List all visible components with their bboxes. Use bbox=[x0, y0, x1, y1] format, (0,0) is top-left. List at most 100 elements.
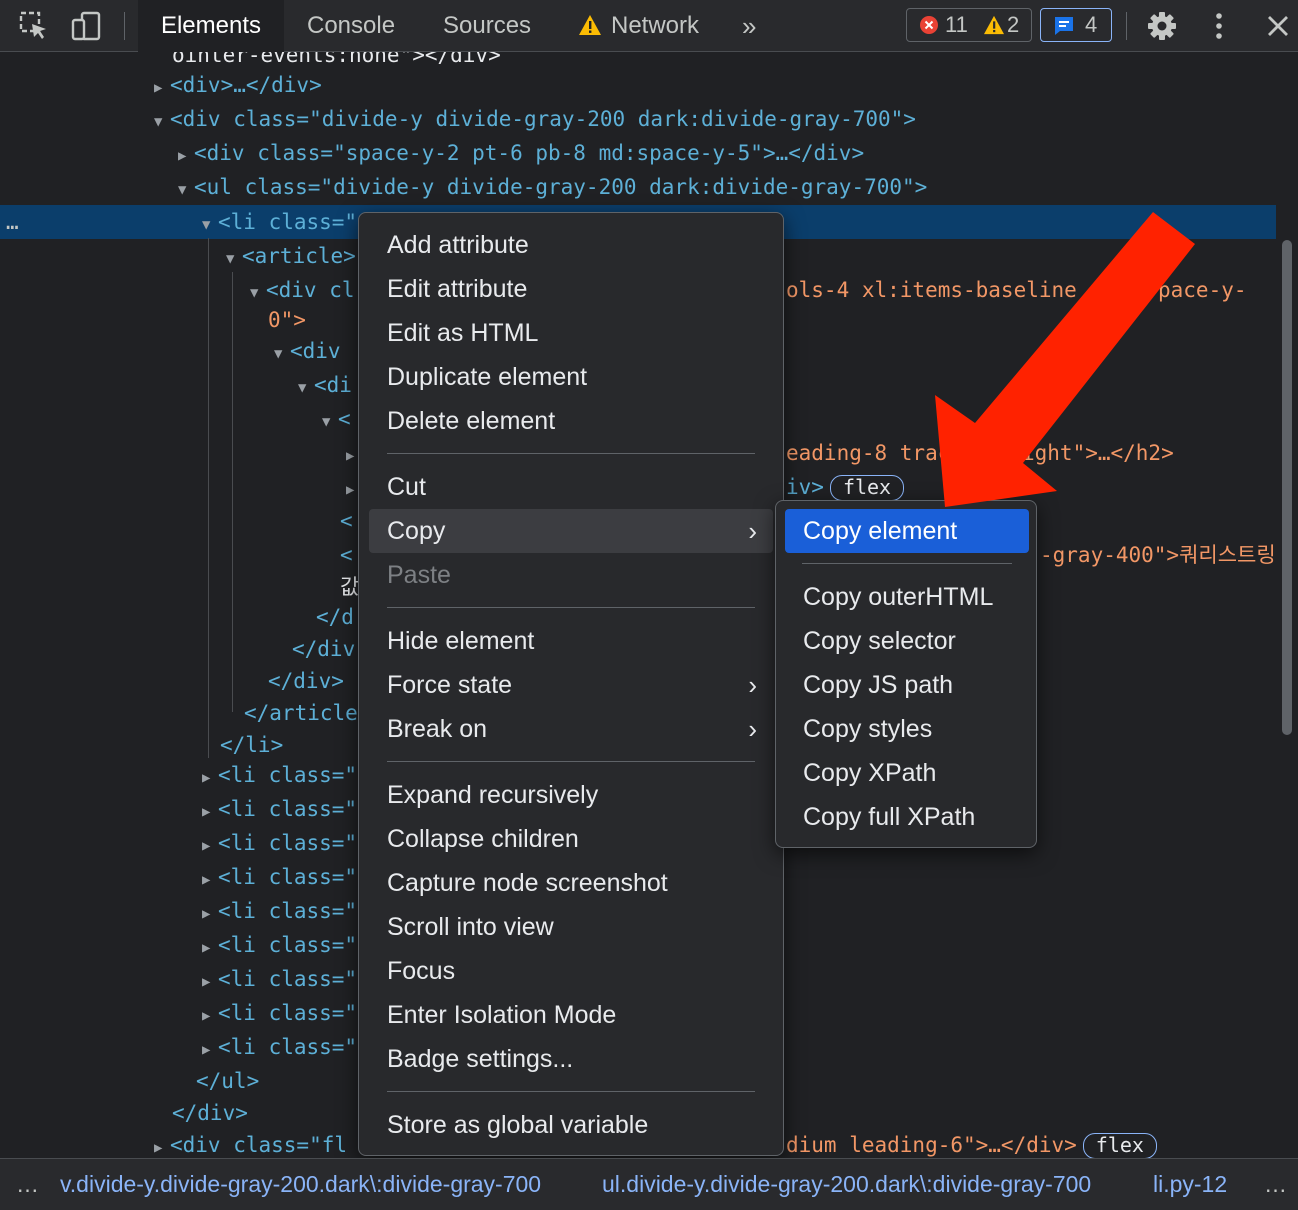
toolbar-divider bbox=[124, 12, 125, 40]
submenu-item-copy-xpath[interactable]: Copy XPath bbox=[785, 751, 1029, 795]
menu-item-delete-element[interactable]: Delete element bbox=[369, 399, 773, 443]
menu-item-break-on[interactable]: Break on › bbox=[369, 707, 773, 751]
menu-item-hide-element[interactable]: Hide element bbox=[369, 619, 773, 663]
menu-item-collapse-children[interactable]: Collapse children bbox=[369, 817, 773, 861]
row-more-dots[interactable]: … bbox=[6, 205, 19, 239]
dom-node-line[interactable]: ▼ <div class="divide-y divide-gray-200 da… bbox=[154, 102, 916, 136]
dom-node-line[interactable]: ▶ <li class=" bbox=[202, 962, 357, 996]
tab-sources[interactable]: Sources bbox=[443, 0, 531, 52]
dom-node-line[interactable]: ▼ <div bbox=[274, 334, 341, 368]
menu-item-capture-node-screenshot[interactable]: Capture node screenshot bbox=[369, 861, 773, 905]
submenu-item-copy-js-path[interactable]: Copy JS path bbox=[785, 663, 1029, 707]
menu-item-break-on-label: Break on bbox=[387, 715, 488, 743]
dom-node-line[interactable]: ▶ <div>…</div> bbox=[154, 68, 322, 102]
dom-node-fragment: 0"> bbox=[268, 308, 306, 332]
menu-separator bbox=[802, 563, 1012, 564]
menu-item-edit-attribute[interactable]: Edit attribute bbox=[369, 267, 773, 311]
breadcrumb-item[interactable]: v.divide-y.divide-gray-200.dark\:divide-… bbox=[60, 1171, 541, 1198]
tab-network[interactable]: Network bbox=[611, 0, 699, 52]
menu-item-force-state[interactable]: Force state › bbox=[369, 663, 773, 707]
dom-node-line[interactable]: ▶ <li class=" bbox=[202, 792, 357, 826]
dom-node-line[interactable]: ▶ <li class=" bbox=[202, 826, 357, 860]
dom-node-line[interactable]: ▼ <div cl bbox=[250, 273, 355, 307]
collapsed-triangle-icon: ▶ bbox=[202, 770, 211, 786]
collapsed-triangle-icon: ▶ bbox=[154, 80, 163, 96]
dom-node-fragment: < bbox=[340, 509, 353, 533]
tab-elements[interactable]: Elements bbox=[138, 0, 284, 52]
menu-item-add-attribute[interactable]: Add attribute bbox=[369, 223, 773, 267]
vertical-scrollbar[interactable] bbox=[1282, 240, 1292, 735]
submenu-item-copy-full-xpath[interactable]: Copy full XPath bbox=[785, 795, 1029, 839]
menu-item-scroll-into-view[interactable]: Scroll into view bbox=[369, 905, 773, 949]
toolbar-divider bbox=[1126, 12, 1127, 40]
menu-item-cut[interactable]: Cut bbox=[369, 465, 773, 509]
closing-tag: </div> bbox=[268, 669, 344, 693]
dom-node-line[interactable]: ▶ <li class=" bbox=[202, 758, 357, 792]
dom-node-line[interactable]: ▶ <div class="space-y-2 pt-6 pb-8 md:spac… bbox=[178, 136, 864, 170]
breadcrumb-item[interactable]: ul.divide-y.divide-gray-200.dark\:divide… bbox=[602, 1171, 1091, 1198]
dom-node-line[interactable]: ▶ <li class=" bbox=[202, 996, 357, 1030]
menu-item-force-state-label: Force state bbox=[387, 671, 513, 699]
dom-node-line[interactable]: ▶ <div class="fl bbox=[154, 1128, 347, 1158]
menu-item-expand-recursively[interactable]: Expand recursively bbox=[369, 773, 773, 817]
dom-node-line[interactable]: ▼ <article> bbox=[226, 239, 356, 273]
dom-node-line[interactable]: ▼ <di bbox=[298, 368, 352, 402]
submenu-item-copy-styles[interactable]: Copy styles bbox=[785, 707, 1029, 751]
close-icon[interactable] bbox=[1262, 10, 1294, 42]
settings-gear-icon[interactable] bbox=[1146, 10, 1178, 42]
menu-separator bbox=[387, 1091, 755, 1092]
dom-node-line[interactable]: ▶ <li class=" bbox=[202, 1030, 357, 1064]
menu-item-copy-label: Copy bbox=[387, 517, 446, 545]
tab-console[interactable]: Console bbox=[307, 0, 395, 52]
menu-item-enter-isolation-mode[interactable]: Enter Isolation Mode bbox=[369, 993, 773, 1037]
collapsed-triangle-icon: ▶ bbox=[154, 1140, 163, 1156]
red-arrow-annotation bbox=[935, 212, 1195, 507]
closing-tag: </ul> bbox=[196, 1069, 260, 1093]
dom-node-line[interactable]: ▶ <li class=" bbox=[202, 894, 357, 928]
breadcrumb-item[interactable]: li.py-12 bbox=[1153, 1171, 1227, 1198]
dom-node-line-selected[interactable]: ▼ <li class=" bbox=[202, 205, 357, 239]
issues-counter[interactable]: 11 2 bbox=[906, 8, 1032, 42]
submenu-item-copy-outerhtml[interactable]: Copy outerHTML bbox=[785, 575, 1029, 619]
breadcrumb-scroll-left[interactable]: … bbox=[16, 1171, 39, 1198]
device-toolbar-icon[interactable] bbox=[70, 10, 102, 42]
menu-item-focus[interactable]: Focus bbox=[369, 949, 773, 993]
chevron-right-icon: › bbox=[748, 670, 757, 700]
flex-badge[interactable]: flex bbox=[829, 475, 905, 501]
more-tabs-icon[interactable]: » bbox=[742, 0, 756, 52]
menu-item-store-as-global-variable[interactable]: Store as global variable bbox=[369, 1103, 773, 1147]
expanded-triangle-icon: ▼ bbox=[202, 217, 211, 233]
collapsed-triangle-icon: ▶ bbox=[202, 804, 211, 820]
submenu-item-copy-selector[interactable]: Copy selector bbox=[785, 619, 1029, 663]
menu-item-badge-settings[interactable]: Badge settings... bbox=[369, 1037, 773, 1081]
menu-item-edit-as-html[interactable]: Edit as HTML bbox=[369, 311, 773, 355]
dom-node-line[interactable]: ▶ <li class=" bbox=[202, 860, 357, 894]
message-count: 4 bbox=[1085, 12, 1098, 37]
menu-item-copy[interactable]: Copy › bbox=[369, 509, 773, 553]
closing-tag: </div> bbox=[172, 1101, 248, 1125]
dom-node-fragment: dium leading-6">…</div> flex bbox=[786, 1128, 1157, 1158]
closing-tag: </div bbox=[292, 637, 356, 661]
flex-badge[interactable]: flex bbox=[1082, 1133, 1157, 1158]
menu-item-paste: Paste bbox=[387, 561, 451, 589]
dom-node-line[interactable]: ▼ < bbox=[322, 402, 351, 436]
menu-item-duplicate-element[interactable]: Duplicate element bbox=[369, 355, 773, 399]
collapsed-triangle-icon: ▶ bbox=[178, 148, 187, 164]
chevron-right-icon: › bbox=[748, 714, 757, 744]
text-node: 값 bbox=[340, 575, 360, 599]
more-options-icon[interactable] bbox=[1203, 10, 1235, 42]
expanded-triangle-icon: ▼ bbox=[226, 251, 235, 267]
messages-counter[interactable]: 4 bbox=[1040, 8, 1112, 42]
menu-separator bbox=[387, 607, 755, 608]
menu-separator bbox=[387, 761, 755, 762]
dom-node-line[interactable]: ▶ <li class=" bbox=[202, 928, 357, 962]
expanded-triangle-icon: ▼ bbox=[322, 414, 331, 430]
menu-separator bbox=[387, 453, 755, 454]
warning-count: 2 bbox=[1007, 12, 1020, 37]
collapsed-triangle-icon: ▶ bbox=[202, 906, 211, 922]
expanded-triangle-icon: ▼ bbox=[298, 380, 307, 396]
dom-node-line[interactable]: ▼ <ul class="divide-y divide-gray-200 dar… bbox=[178, 170, 927, 204]
collapsed-triangle-icon: ▶ bbox=[202, 974, 211, 990]
inspect-element-icon[interactable] bbox=[18, 10, 50, 42]
breadcrumb-scroll-right[interactable]: … bbox=[1264, 1171, 1287, 1198]
